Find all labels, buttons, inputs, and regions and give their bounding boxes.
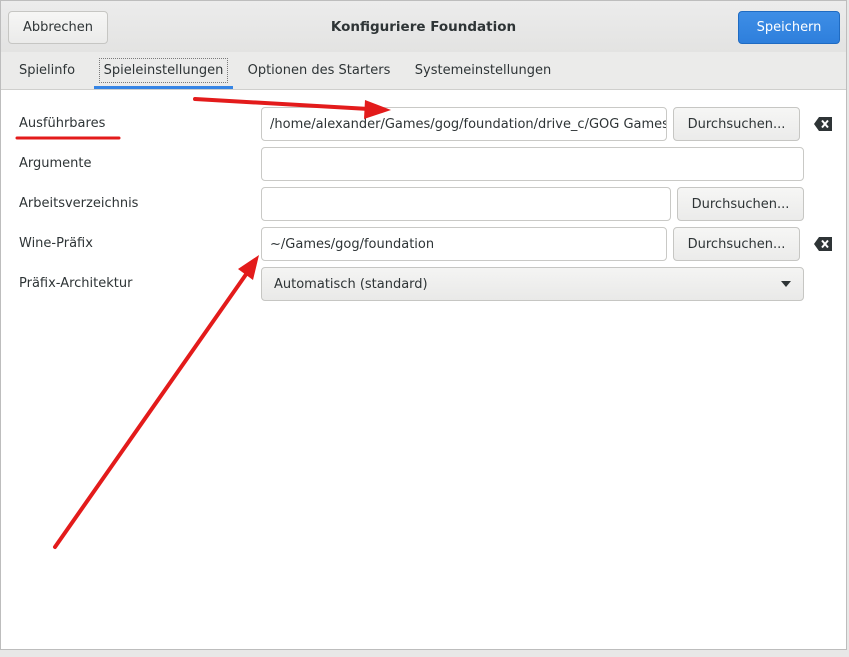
arguments-input[interactable] (261, 147, 804, 181)
workdir-label: Arbeitsverzeichnis (19, 196, 139, 211)
chevron-down-icon (781, 281, 791, 287)
prefix-label: Wine-Präfix (19, 236, 93, 251)
annotation-overlay (15, 97, 391, 549)
arch-dropdown[interactable]: Automatisch (standard) (261, 267, 804, 301)
arch-selected-value: Automatisch (standard) (274, 276, 428, 292)
header-bar: Abbrechen Konfiguriere Foundation Speich… (1, 1, 846, 53)
tab-system-options[interactable]: Systemeinstellungen (409, 52, 557, 89)
workdir-input[interactable] (261, 187, 671, 221)
arch-label: Präfix-Architektur (19, 276, 133, 291)
tab-bar: Spielinfo Spieleinstellungen Optionen de… (1, 52, 846, 90)
executable-label: Ausführbares (19, 116, 106, 131)
annotation-arrow-prefix (53, 255, 259, 549)
tab-runner-options[interactable]: Optionen des Starters (241, 52, 397, 89)
save-button[interactable]: Speichern (738, 11, 840, 44)
executable-browse-button[interactable]: Durchsuchen... (673, 107, 800, 141)
arguments-label: Argumente (19, 156, 92, 171)
workdir-browse-button[interactable]: Durchsuchen... (677, 187, 804, 221)
tab-game-options[interactable]: Spieleinstellungen (94, 52, 233, 89)
dialog-window: Abbrechen Konfiguriere Foundation Speich… (0, 0, 847, 650)
executable-input[interactable]: /home/alexander/Games/gog/foundation/dri… (261, 107, 667, 141)
prefix-browse-button[interactable]: Durchsuchen... (673, 227, 800, 261)
clear-prefix-icon[interactable] (814, 237, 832, 251)
prefix-input[interactable]: ~/Games/gog/foundation (261, 227, 667, 261)
clear-executable-icon[interactable] (814, 117, 832, 131)
dialog-title: Konfiguriere Foundation (330, 19, 517, 35)
tab-game-info[interactable]: Spielinfo (11, 52, 83, 89)
